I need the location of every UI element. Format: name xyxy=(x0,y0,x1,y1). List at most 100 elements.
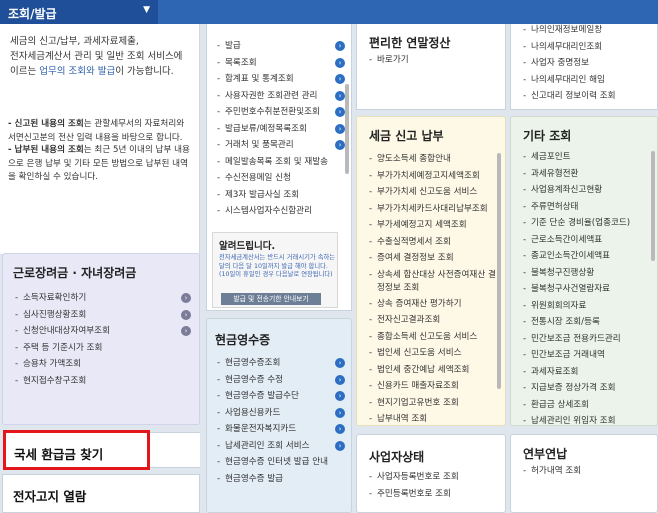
scrollbar[interactable] xyxy=(345,84,349,174)
list-item[interactable]: 전통시장 조회/등록 xyxy=(523,314,651,331)
list-item[interactable]: 심사진행상황조회 › xyxy=(15,307,191,324)
year-end-list: 바로가기 xyxy=(369,52,499,69)
ebill-title: 전자고지 열람 xyxy=(13,489,87,504)
list-item-label: 주택 등 기준시가 조회 xyxy=(23,342,103,353)
scrollbar[interactable] xyxy=(497,153,501,389)
list-item[interactable]: 현금영수증조회 › xyxy=(217,355,345,372)
list-item[interactable]: 납세관리인 위임자 조회 xyxy=(523,413,651,430)
list-item-label: 법인세 신고도움 서비스 xyxy=(377,348,462,358)
list-item-label: 종교인소득간이세액표 xyxy=(531,251,611,261)
list-item-label: 현금영수증 수정 xyxy=(225,374,284,385)
list-item[interactable]: 환급금 상세조회 xyxy=(523,397,651,414)
notice-guide-button[interactable]: 발급 및 전송기한 안내보기 xyxy=(221,293,321,305)
list-item[interactable]: 종교인소득간이세액표 xyxy=(523,248,651,265)
list-item[interactable]: 주민번호수취분전환및조회 › xyxy=(217,104,345,121)
list-item[interactable]: 현지접수창구조회 xyxy=(15,373,191,390)
intro-note-paid: - 납부된 내용의 조회는 최근 5년 이내의 납부 내용으로 은행 납부 및 … xyxy=(8,144,194,185)
list-item[interactable]: 신용카드 매출자료조회 xyxy=(369,378,497,395)
business-status-panel: 사업자상태 사업자등록번호로 조회 주민등록번호로 조회 xyxy=(356,434,506,513)
list-item[interactable]: 주택 등 기준시가 조회 xyxy=(15,340,191,357)
list-item[interactable]: 현금영수증 발급수단 › xyxy=(217,388,345,405)
list-item[interactable]: 신고대리 정보이력 조회 xyxy=(523,88,651,105)
refund-search-button[interactable]: 국세 환급금 찾기 xyxy=(3,430,150,470)
list-item[interactable]: 사업자등록번호로 조회 xyxy=(369,469,499,486)
other-inquiry-panel: 기타 조회 세금포인트 과세유형전환 사업용계좌신고현황 주류면허상태 기준 단… xyxy=(510,116,658,429)
list-item[interactable]: 발급 › xyxy=(217,38,345,55)
list-item[interactable]: 합계표 및 통계조회 › xyxy=(217,71,345,88)
list-item[interactable]: 제3자 발급사실 조회 xyxy=(217,187,345,204)
list-item-label: 주민등록번호로 조회 xyxy=(377,488,451,499)
list-item[interactable]: 바로가기 xyxy=(369,52,499,69)
list-item-label: 사업용신용카드 xyxy=(225,407,281,418)
list-item[interactable]: 전자신고결과조회 xyxy=(369,312,497,329)
list-item[interactable]: 주민등록번호로 조회 xyxy=(369,486,499,503)
list-item[interactable]: 과세자료조회 xyxy=(523,364,651,381)
cash-receipt-list: 현금영수증조회› 현금영수증 수정› 현금영수증 발급수단› 사업용신용카드› … xyxy=(217,355,345,487)
list-item[interactable]: 현금영수증 발급 xyxy=(217,471,345,488)
eitc-title: 근로장려금 · 자녀장려금 xyxy=(13,266,137,280)
list-item[interactable]: 수출실적명세서 조회 xyxy=(369,234,497,251)
list-item-label: 신고대리 정보이력 조회 xyxy=(531,91,616,101)
list-item[interactable]: 세금포인트 xyxy=(523,149,651,166)
list-item[interactable]: 허가내역 조회 xyxy=(523,463,651,480)
list-item[interactable]: 승용차 가액조회 xyxy=(15,356,191,373)
intro-line: 전자세금계산서 관리 및 일반 조회 서비스에 xyxy=(10,51,183,62)
chevron-down-icon: ▼ xyxy=(143,5,150,15)
list-item[interactable]: 주류면허상태 xyxy=(523,199,651,216)
list-item[interactable]: 기준 단순 경비율(업종코드) xyxy=(523,215,651,232)
scrollbar[interactable] xyxy=(651,151,655,261)
list-item-label: 환급금 상세조회 xyxy=(531,399,590,410)
list-item[interactable]: 상속세 합산대상 사전증여재산 결정정보 조회 xyxy=(369,267,497,296)
list-item-label: 지급보증 정상가격 조회 xyxy=(531,383,616,393)
list-item[interactable]: 과세유형전환 xyxy=(523,166,651,183)
ebill-view-button[interactable]: 전자고지 열람 xyxy=(2,474,200,513)
list-item[interactable]: 부가세예정고지 세액조회 xyxy=(369,217,497,234)
list-item[interactable]: 사업자 중명정보 xyxy=(523,55,651,72)
list-item[interactable]: 목록조회 › xyxy=(217,55,345,72)
list-item[interactable]: 납부내역 조회 xyxy=(369,411,497,428)
list-item-label: 기준 단순 경비율(업종코드) xyxy=(531,218,631,228)
list-item[interactable]: 거래처 및 품목관리 › xyxy=(217,137,345,154)
list-item[interactable]: 신청안내대상자여부조회 › xyxy=(15,323,191,340)
list-item[interactable]: 현지기업고유번호 조회 xyxy=(369,395,497,412)
menu-tab-inquiry[interactable]: 조회/발급 ▼ xyxy=(0,0,158,24)
list-item[interactable]: 현금영수증 수정 › xyxy=(217,372,345,389)
list-item[interactable]: 민간보조금 전용카드관리 xyxy=(523,331,651,348)
list-item[interactable]: 지급보증 정상가격 조회 xyxy=(523,380,651,397)
list-item[interactable]: 부가가치세카드사대리납부조회 xyxy=(369,201,497,218)
list-item[interactable]: 나의인재정보메일창 xyxy=(523,22,651,39)
list-item[interactable]: 나의세무대리인 해임 xyxy=(523,72,651,89)
list-item-label: 심사진행상황조회 xyxy=(23,309,87,320)
list-item[interactable]: 법인세 중간예납 세액조회 xyxy=(369,362,497,379)
list-item[interactable]: 메일발송목록 조회 및 재발송 xyxy=(217,154,345,171)
list-item[interactable]: 증여세 결정정보 조회 xyxy=(369,250,497,267)
list-item[interactable]: 양도소득세 종합안내 xyxy=(369,151,497,168)
list-item-label: 현금영수증조회 xyxy=(225,358,281,368)
list-item[interactable]: 종합소득세 신고도움 서비스 xyxy=(369,329,497,346)
list-item[interactable]: 법인세 신고도움 서비스 xyxy=(369,345,497,362)
list-item[interactable]: 불복청구사건열람자료 xyxy=(523,281,651,298)
list-item[interactable]: 소득자료확인하기 › xyxy=(15,290,191,307)
list-item[interactable]: 화물운전자복지카드 › xyxy=(217,421,345,438)
list-item[interactable]: 민간보조금 거래내역 xyxy=(523,347,651,364)
list-item[interactable]: 나의세무대리인조회 xyxy=(523,39,651,56)
list-item[interactable]: 불복청구진행상황 xyxy=(523,265,651,282)
list-item[interactable]: 사용자권한 조회관련 관리 › xyxy=(217,88,345,105)
list-item[interactable]: 부가가치세예정고지세액조회 xyxy=(369,168,497,185)
list-item[interactable]: 사업용계좌신고현황 xyxy=(523,182,651,199)
list-item[interactable]: 납세관리인 조회 서비스 › xyxy=(217,438,345,455)
list-item[interactable]: 발급보류/예정목록조회 › xyxy=(217,121,345,138)
list-item-label: 현지기업고유번호 조회 xyxy=(377,397,459,408)
intro-paragraph: 세금의 신고/납부, 과세자료제출, 전자세금계산서 관리 및 일반 조회 서비… xyxy=(10,34,192,79)
list-item-label: 납세관리인 위임자 조회 xyxy=(531,416,616,426)
list-item[interactable]: 부가가치세 신고도움 서비스 xyxy=(369,184,497,201)
list-item-label: 불복청구진행상황 xyxy=(531,267,595,278)
list-item[interactable]: 근로소득간이세액표 xyxy=(523,232,651,249)
list-item[interactable]: 수신전용메일 신청 xyxy=(217,170,345,187)
list-item[interactable]: 사업용신용카드 › xyxy=(217,405,345,422)
arrow-right-icon: › xyxy=(335,407,345,418)
list-item[interactable]: 위원회회의자료 xyxy=(523,298,651,315)
list-item[interactable]: 상속 증여재산 평가하기 xyxy=(369,296,497,313)
list-item[interactable]: 현금영수증 인터넷 발급 안내 xyxy=(217,454,345,471)
list-item[interactable]: 시스템사업자수신함관리 xyxy=(217,203,345,220)
